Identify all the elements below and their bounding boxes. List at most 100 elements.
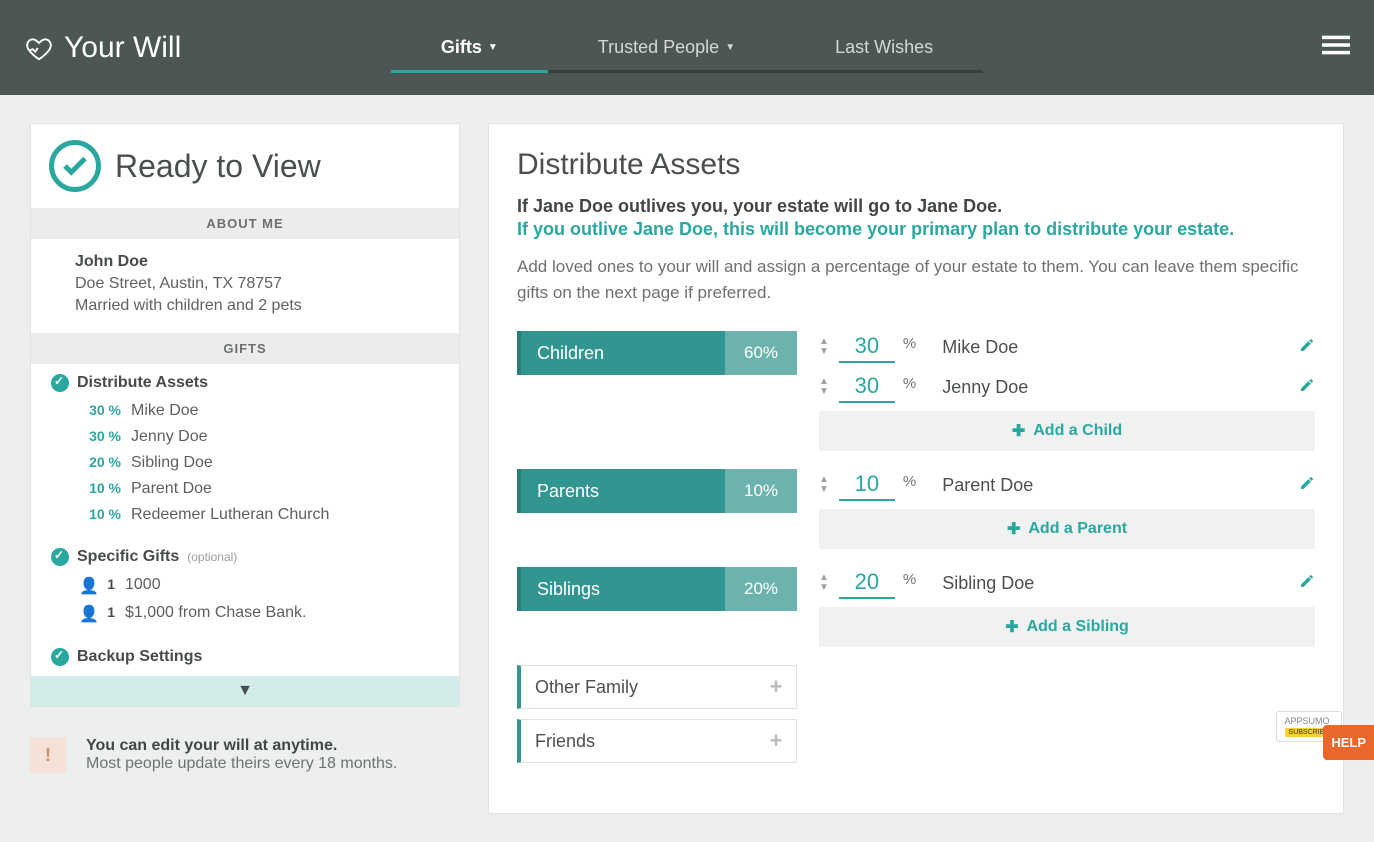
beneficiary-item: 30 %Jenny Doe [51, 424, 439, 450]
caret-down-icon: ▼ [819, 583, 829, 593]
about-me-header: ABOUT ME [31, 208, 459, 239]
ready-header: Ready to View [31, 124, 459, 208]
beneficiary-item: 30 %Mike Doe [51, 398, 439, 424]
edit-icon[interactable] [1299, 573, 1315, 594]
help-button[interactable]: HELP [1323, 725, 1374, 760]
backup-settings-section: Backup Settings [31, 638, 459, 676]
beneficiary-item: 10 %Redeemer Lutheran Church [51, 502, 439, 528]
caret-down-icon: ▼ [725, 42, 735, 53]
lead-description: Add loved ones to your will and assign a… [517, 254, 1315, 305]
percent-input[interactable] [839, 567, 895, 599]
members: ▲▼%Sibling Doe ✚Add a Sibling [819, 567, 1315, 647]
member-row: ▲▼% Mike Doe [819, 331, 1315, 363]
group-label: Children60% [517, 331, 797, 375]
specific-title: Specific Gifts [77, 548, 179, 566]
plus-icon: ✚ [1007, 519, 1020, 539]
heart-hand-icon [24, 33, 54, 63]
beneficiary-item: 20 %Sibling Doe [51, 450, 439, 476]
members: ▲▼% Parent Doe ✚Add a Parent [819, 469, 1315, 549]
percent-stepper[interactable]: ▲▼ [819, 475, 829, 495]
top-bar: Your Will Gifts ▼ Trusted People ▼ Last … [0, 0, 1374, 95]
about-body: John Doe Doe Street, Austin, TX 78757 Ma… [31, 239, 459, 333]
group-percent: 60% [725, 331, 797, 375]
user-family: Married with children and 2 pets [75, 297, 415, 315]
tip-title: You can edit your will at anytime. [86, 737, 397, 755]
add-member-button[interactable]: ✚Add a Parent [819, 509, 1315, 549]
member-name: Jenny Doe [942, 377, 1028, 398]
distribute-assets-section: Distribute Assets 30 %Mike Doe 30 %Jenny… [31, 364, 459, 538]
specific-gift-item: 👤11000 [51, 572, 439, 600]
percent-sign: % [903, 335, 916, 352]
members: ▲▼% Mike Doe ▲▼% Jenny Doe ✚Add a Child [819, 331, 1315, 451]
backup-title: Backup Settings [77, 648, 202, 666]
group-name: Other Family [521, 677, 756, 698]
percent-stepper[interactable]: ▲▼ [819, 377, 829, 397]
plus-icon: ✚ [1005, 617, 1018, 637]
nav-last-wishes[interactable]: Last Wishes [785, 0, 983, 95]
person-icon: 👤 [79, 604, 93, 624]
member-row: ▲▼% Jenny Doe [819, 371, 1315, 403]
member-name: Parent Doe [942, 475, 1033, 496]
percent-sign: % [903, 375, 916, 392]
percent-stepper[interactable]: ▲▼ [819, 573, 829, 593]
empty-group[interactable]: Friends+ [517, 719, 797, 763]
caret-down-icon: ▼ [819, 387, 829, 397]
percent-input[interactable] [839, 469, 895, 501]
nav-gifts[interactable]: Gifts ▼ [391, 0, 548, 95]
caret-down-icon: ▼ [488, 42, 498, 53]
add-member-button[interactable]: ✚Add a Sibling [819, 607, 1315, 647]
percent-input[interactable] [839, 331, 895, 363]
ready-title: Ready to View [115, 148, 321, 185]
group-percent: 10% [725, 469, 797, 513]
empty-group[interactable]: Other Family+ [517, 665, 797, 709]
member-row: ▲▼%Sibling Doe [819, 567, 1315, 599]
page-title: Distribute Assets [517, 148, 1315, 182]
tip-subtitle: Most people update theirs every 18 month… [86, 755, 397, 773]
check-circle-icon [49, 140, 101, 192]
check-icon [51, 548, 69, 566]
sidebar: Ready to View ABOUT ME John Doe Doe Stre… [30, 123, 460, 707]
groups-container: Children60% ▲▼% Mike Doe ▲▼% Jenny Doe ✚Add a… [517, 331, 1315, 763]
specific-gift-item: 👤1$1,000 from Chase Bank. [51, 600, 439, 628]
user-name: John Doe [75, 253, 415, 271]
caret-down-icon: ▼ [819, 485, 829, 495]
caret-down-icon: ▼ [819, 347, 829, 357]
member-name: Sibling Doe [942, 573, 1034, 594]
lead-line-2: If you outlive Jane Doe, this will becom… [517, 219, 1315, 240]
group-label: Parents10% [517, 469, 797, 513]
member-row: ▲▼% Parent Doe [819, 469, 1315, 501]
plus-icon[interactable]: + [756, 674, 796, 700]
brand-text: Your Will [64, 31, 181, 65]
edit-icon[interactable] [1299, 377, 1315, 398]
menu-button[interactable] [1322, 31, 1350, 64]
group-name: Siblings [517, 567, 725, 611]
plus-icon[interactable]: + [756, 728, 796, 754]
group-percent: 20% [725, 567, 797, 611]
edit-icon[interactable] [1299, 337, 1315, 358]
add-member-button[interactable]: ✚Add a Child [819, 411, 1315, 451]
percent-input[interactable] [839, 371, 895, 403]
asset-group: Siblings20% ▲▼%Sibling Doe ✚Add a Sibling [517, 567, 1315, 647]
person-icon: 👤 [79, 576, 93, 596]
group-name: Parents [517, 469, 725, 513]
plus-icon: ✚ [1012, 421, 1025, 441]
edit-icon[interactable] [1299, 475, 1315, 496]
nav-trusted-people[interactable]: Trusted People ▼ [548, 0, 785, 95]
check-icon [51, 648, 69, 666]
left-column: Ready to View ABOUT ME John Doe Doe Stre… [30, 123, 460, 773]
distribute-title: Distribute Assets [77, 374, 208, 392]
exclamation-icon: ! [30, 737, 66, 773]
optional-label: (optional) [187, 550, 237, 564]
expand-button[interactable]: ▼ [31, 676, 459, 706]
chevron-down-icon: ▼ [237, 682, 253, 699]
user-address: Doe Street, Austin, TX 78757 [75, 275, 415, 293]
beneficiary-list: 30 %Mike Doe 30 %Jenny Doe 20 %Sibling D… [51, 398, 439, 528]
main-panel: Distribute Assets If Jane Doe outlives y… [488, 123, 1344, 814]
member-name: Mike Doe [942, 337, 1018, 358]
percent-stepper[interactable]: ▲▼ [819, 337, 829, 357]
specific-gifts-section: Specific Gifts (optional) 👤11000 👤1$1,00… [31, 538, 459, 638]
percent-sign: % [903, 473, 916, 490]
group-name: Children [517, 331, 725, 375]
asset-group: Parents10% ▲▼% Parent Doe ✚Add a Parent [517, 469, 1315, 549]
edit-tip: ! You can edit your will at anytime. Mos… [30, 737, 460, 773]
